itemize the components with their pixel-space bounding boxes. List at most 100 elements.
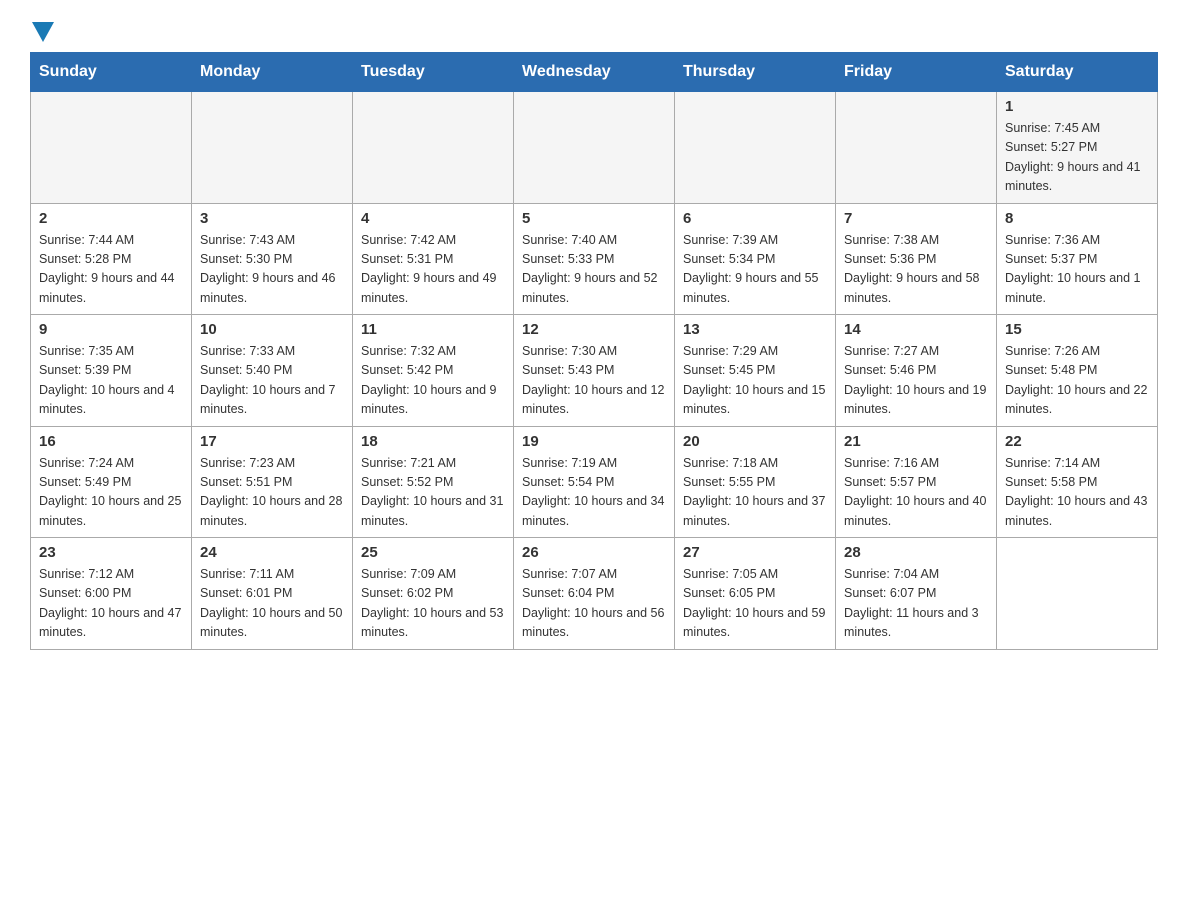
- calendar-cell: [31, 92, 192, 204]
- header-monday: Monday: [192, 53, 353, 92]
- calendar-cell: 9 Sunrise: 7:35 AMSunset: 5:39 PMDaylight…: [31, 315, 192, 427]
- day-number: 24: [200, 544, 344, 561]
- day-number: 17: [200, 433, 344, 450]
- header-thursday: Thursday: [675, 53, 836, 92]
- week-row-2: 9 Sunrise: 7:35 AMSunset: 5:39 PMDaylight…: [31, 315, 1158, 427]
- calendar-cell: 13 Sunrise: 7:29 AMSunset: 5:45 PMDayligh…: [675, 315, 836, 427]
- day-info: Sunrise: 7:04 AMSunset: 6:07 PMDaylight:…: [844, 565, 988, 643]
- day-info: Sunrise: 7:27 AMSunset: 5:46 PMDaylight:…: [844, 342, 988, 420]
- day-number: 3: [200, 210, 344, 227]
- day-info: Sunrise: 7:14 AMSunset: 5:58 PMDaylight:…: [1005, 454, 1149, 532]
- calendar-cell: [675, 92, 836, 204]
- day-number: 27: [683, 544, 827, 561]
- calendar-cell: 2 Sunrise: 7:44 AMSunset: 5:28 PMDaylight…: [31, 203, 192, 315]
- calendar-cell: 21 Sunrise: 7:16 AMSunset: 5:57 PMDayligh…: [836, 426, 997, 538]
- day-number: 23: [39, 544, 183, 561]
- day-info: Sunrise: 7:18 AMSunset: 5:55 PMDaylight:…: [683, 454, 827, 532]
- week-row-4: 23 Sunrise: 7:12 AMSunset: 6:00 PMDayligh…: [31, 538, 1158, 650]
- day-number: 2: [39, 210, 183, 227]
- day-info: Sunrise: 7:12 AMSunset: 6:00 PMDaylight:…: [39, 565, 183, 643]
- calendar-cell: 11 Sunrise: 7:32 AMSunset: 5:42 PMDayligh…: [353, 315, 514, 427]
- day-info: Sunrise: 7:05 AMSunset: 6:05 PMDaylight:…: [683, 565, 827, 643]
- week-row-1: 2 Sunrise: 7:44 AMSunset: 5:28 PMDaylight…: [31, 203, 1158, 315]
- day-number: 4: [361, 210, 505, 227]
- day-number: 18: [361, 433, 505, 450]
- day-info: Sunrise: 7:43 AMSunset: 5:30 PMDaylight:…: [200, 231, 344, 309]
- day-number: 13: [683, 321, 827, 338]
- day-number: 25: [361, 544, 505, 561]
- day-number: 8: [1005, 210, 1149, 227]
- day-info: Sunrise: 7:11 AMSunset: 6:01 PMDaylight:…: [200, 565, 344, 643]
- header-wednesday: Wednesday: [514, 53, 675, 92]
- day-info: Sunrise: 7:39 AMSunset: 5:34 PMDaylight:…: [683, 231, 827, 309]
- day-number: 19: [522, 433, 666, 450]
- day-info: Sunrise: 7:29 AMSunset: 5:45 PMDaylight:…: [683, 342, 827, 420]
- header-saturday: Saturday: [997, 53, 1158, 92]
- header-friday: Friday: [836, 53, 997, 92]
- day-number: 11: [361, 321, 505, 338]
- calendar-cell: [192, 92, 353, 204]
- calendar-cell: 8 Sunrise: 7:36 AMSunset: 5:37 PMDaylight…: [997, 203, 1158, 315]
- day-info: Sunrise: 7:36 AMSunset: 5:37 PMDaylight:…: [1005, 231, 1149, 309]
- calendar-cell: 15 Sunrise: 7:26 AMSunset: 5:48 PMDayligh…: [997, 315, 1158, 427]
- day-info: Sunrise: 7:09 AMSunset: 6:02 PMDaylight:…: [361, 565, 505, 643]
- day-number: 5: [522, 210, 666, 227]
- calendar-cell: 14 Sunrise: 7:27 AMSunset: 5:46 PMDayligh…: [836, 315, 997, 427]
- day-info: Sunrise: 7:44 AMSunset: 5:28 PMDaylight:…: [39, 231, 183, 309]
- day-number: 16: [39, 433, 183, 450]
- day-number: 1: [1005, 98, 1149, 115]
- week-row-0: 1 Sunrise: 7:45 AMSunset: 5:27 PMDaylight…: [31, 92, 1158, 204]
- header-row: SundayMondayTuesdayWednesdayThursdayFrid…: [31, 53, 1158, 92]
- logo-triangle-icon: [32, 22, 54, 42]
- calendar-cell: 19Sunrise: 7:19 AMSunset: 5:54 PMDayligh…: [514, 426, 675, 538]
- week-row-3: 16 Sunrise: 7:24 AMSunset: 5:49 PMDayligh…: [31, 426, 1158, 538]
- header-sunday: Sunday: [31, 53, 192, 92]
- calendar-cell: 20 Sunrise: 7:18 AMSunset: 5:55 PMDayligh…: [675, 426, 836, 538]
- calendar-cell: 4 Sunrise: 7:42 AMSunset: 5:31 PMDaylight…: [353, 203, 514, 315]
- calendar-cell: 10 Sunrise: 7:33 AMSunset: 5:40 PMDayligh…: [192, 315, 353, 427]
- calendar-body: 1 Sunrise: 7:45 AMSunset: 5:27 PMDaylight…: [31, 92, 1158, 650]
- calendar-cell: 17Sunrise: 7:23 AMSunset: 5:51 PMDayligh…: [192, 426, 353, 538]
- day-info: Sunrise: 7:42 AMSunset: 5:31 PMDaylight:…: [361, 231, 505, 309]
- day-number: 22: [1005, 433, 1149, 450]
- day-number: 20: [683, 433, 827, 450]
- day-number: 26: [522, 544, 666, 561]
- calendar-cell: 3 Sunrise: 7:43 AMSunset: 5:30 PMDaylight…: [192, 203, 353, 315]
- calendar-cell: 12 Sunrise: 7:30 AMSunset: 5:43 PMDayligh…: [514, 315, 675, 427]
- day-number: 15: [1005, 321, 1149, 338]
- day-info: Sunrise: 7:30 AMSunset: 5:43 PMDaylight:…: [522, 342, 666, 420]
- calendar-cell: 24 Sunrise: 7:11 AMSunset: 6:01 PMDayligh…: [192, 538, 353, 650]
- calendar-cell: 16 Sunrise: 7:24 AMSunset: 5:49 PMDayligh…: [31, 426, 192, 538]
- calendar-cell: 18 Sunrise: 7:21 AMSunset: 5:52 PMDayligh…: [353, 426, 514, 538]
- day-number: 12: [522, 321, 666, 338]
- calendar-header: SundayMondayTuesdayWednesdayThursdayFrid…: [31, 53, 1158, 92]
- day-info: Sunrise: 7:35 AMSunset: 5:39 PMDaylight:…: [39, 342, 183, 420]
- day-info: Sunrise: 7:24 AMSunset: 5:49 PMDaylight:…: [39, 454, 183, 532]
- calendar-cell: [514, 92, 675, 204]
- day-number: 9: [39, 321, 183, 338]
- day-info: Sunrise: 7:32 AMSunset: 5:42 PMDaylight:…: [361, 342, 505, 420]
- calendar-cell: 1 Sunrise: 7:45 AMSunset: 5:27 PMDaylight…: [997, 92, 1158, 204]
- day-number: 28: [844, 544, 988, 561]
- calendar-cell: 28 Sunrise: 7:04 AMSunset: 6:07 PMDayligh…: [836, 538, 997, 650]
- day-info: Sunrise: 7:26 AMSunset: 5:48 PMDaylight:…: [1005, 342, 1149, 420]
- day-info: Sunrise: 7:33 AMSunset: 5:40 PMDaylight:…: [200, 342, 344, 420]
- day-number: 10: [200, 321, 344, 338]
- day-info: Sunrise: 7:38 AMSunset: 5:36 PMDaylight:…: [844, 231, 988, 309]
- header-tuesday: Tuesday: [353, 53, 514, 92]
- calendar-cell: 23 Sunrise: 7:12 AMSunset: 6:00 PMDayligh…: [31, 538, 192, 650]
- calendar-cell: [836, 92, 997, 204]
- day-number: 21: [844, 433, 988, 450]
- page-header: [30, 20, 1158, 42]
- calendar-cell: 22 Sunrise: 7:14 AMSunset: 5:58 PMDayligh…: [997, 426, 1158, 538]
- day-info: Sunrise: 7:21 AMSunset: 5:52 PMDaylight:…: [361, 454, 505, 532]
- calendar-cell: [353, 92, 514, 204]
- calendar-cell: 5 Sunrise: 7:40 AMSunset: 5:33 PMDaylight…: [514, 203, 675, 315]
- calendar-cell: 25 Sunrise: 7:09 AMSunset: 6:02 PMDayligh…: [353, 538, 514, 650]
- day-info: Sunrise: 7:40 AMSunset: 5:33 PMDaylight:…: [522, 231, 666, 309]
- logo: [30, 20, 54, 42]
- calendar-cell: [997, 538, 1158, 650]
- day-info: Sunrise: 7:45 AMSunset: 5:27 PMDaylight:…: [1005, 119, 1149, 197]
- day-info: Sunrise: 7:16 AMSunset: 5:57 PMDaylight:…: [844, 454, 988, 532]
- day-number: 14: [844, 321, 988, 338]
